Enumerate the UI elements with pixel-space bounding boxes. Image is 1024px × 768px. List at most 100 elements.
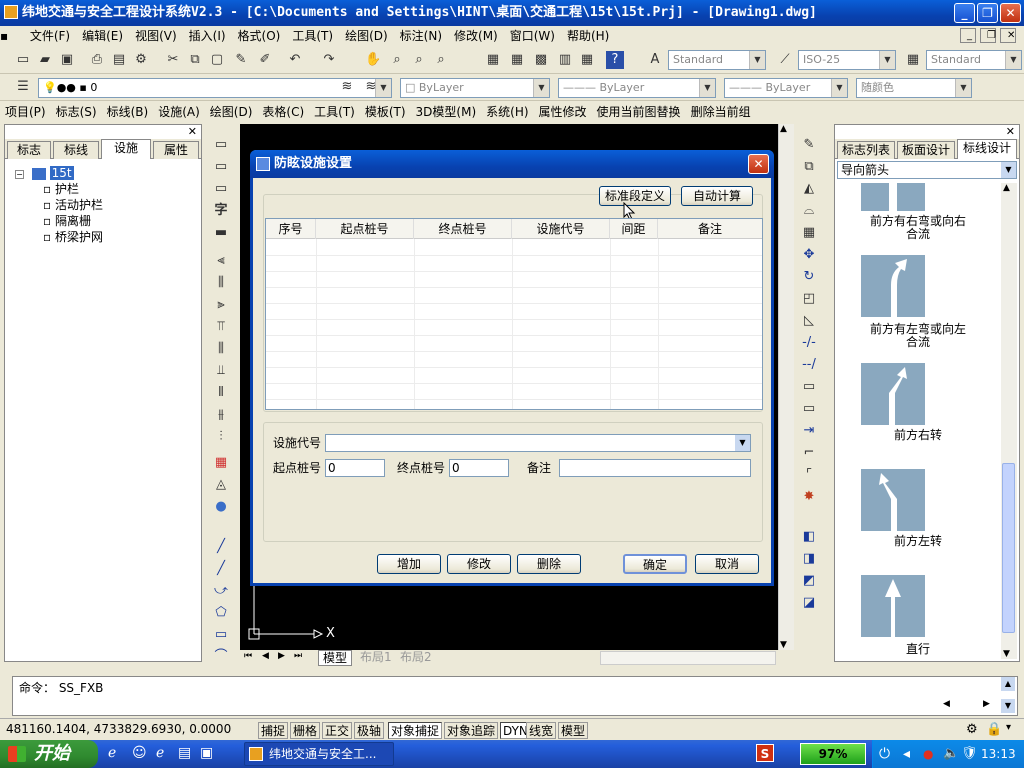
align-left-icon[interactable]: ⫷ [212, 252, 230, 270]
taskbar-app-item[interactable]: 纬地交通与安全工... [244, 742, 394, 766]
text-icon[interactable]: 字 [212, 202, 230, 220]
restore-button[interactable]: ❐ [977, 3, 998, 23]
scroll-up-icon[interactable]: ▲ [780, 124, 787, 134]
menu2-system[interactable]: 系统(H) [481, 101, 533, 123]
col-index[interactable]: 序号 [266, 219, 316, 239]
menu2-markings[interactable]: 标线(B) [102, 101, 154, 123]
align-center-icon[interactable]: ⫼ [212, 274, 230, 292]
stretch-icon[interactable]: ◺ [800, 312, 818, 330]
pan-icon[interactable]: ✋ [364, 51, 382, 69]
tab-panel-design[interactable]: 板面设计 [897, 141, 955, 159]
menu2-project[interactable]: 项目(P) [0, 101, 51, 123]
ortho-toggle[interactable]: 正交 [322, 722, 353, 739]
distribute-icon[interactable]: ⫴ [212, 384, 230, 402]
panel-icon[interactable]: ▭ [212, 180, 230, 198]
align-top-icon[interactable]: ⫪ [212, 318, 230, 336]
volume-icon[interactable]: 🔈 [943, 740, 959, 768]
tab-layout2[interactable]: 布局2 [396, 650, 436, 664]
tab-marking-design[interactable]: 标线设计 [957, 139, 1017, 159]
layer-manager-icon[interactable]: ☰ [14, 78, 32, 96]
lineweight-select[interactable]: ——— ByLayer ▼ [724, 78, 848, 98]
linetype-select[interactable]: ——— ByLayer ▼ [558, 78, 716, 98]
copy-icon[interactable]: ⧉ [186, 51, 204, 69]
command-window[interactable]: 命令： SS_FXB ▲ ▼ ◀ ▶ [12, 676, 1018, 716]
drawing-vertical-scrollbar[interactable]: ▲ ▼ [778, 124, 794, 650]
tree-item[interactable]: ▫ 桥梁护网 [15, 229, 103, 245]
minimize-button[interactable]: _ [954, 3, 975, 23]
communication-icon[interactable]: ⚙ [966, 722, 978, 737]
polyline-icon[interactable]: ╱ [212, 560, 230, 578]
match-properties-icon[interactable]: ✐ [256, 51, 274, 69]
tree-item[interactable]: ▫ 活动护栏 [15, 197, 103, 213]
next-tab-icon[interactable]: ▶ [278, 651, 285, 661]
clock[interactable]: 13:13 [981, 740, 1016, 768]
draw-order-back-icon[interactable]: ◨ [800, 550, 818, 568]
start-station-input[interactable]: 0 [325, 459, 385, 477]
sphere-icon[interactable]: ● [212, 498, 230, 516]
new-icon[interactable]: ▭ [14, 51, 32, 69]
add-button[interactable]: 增加 [377, 554, 441, 574]
model-toggle[interactable]: 模型 [558, 722, 589, 739]
arrow-image[interactable] [861, 255, 925, 317]
zoom-realtime-icon[interactable]: ⌕ [388, 51, 406, 69]
menu2-delete-group[interactable]: 删除当前组 [686, 101, 756, 123]
join-icon[interactable]: ⇥ [800, 422, 818, 440]
otrack-toggle[interactable]: 对象追踪 [444, 722, 499, 739]
frame-icon[interactable]: ▭ [212, 158, 230, 176]
col-facility-code[interactable]: 设施代号 [512, 219, 610, 239]
polar-toggle[interactable]: 极轴 [354, 722, 385, 739]
scroll-down-icon[interactable]: ▼ [1003, 649, 1010, 659]
triangle-icon[interactable]: ◬ [212, 476, 230, 494]
sheet-set-icon[interactable]: ▥ [556, 51, 574, 69]
tree-item[interactable]: ▫ 隔离栅 [15, 213, 103, 229]
tab-layout1[interactable]: 布局1 [356, 650, 396, 664]
grid-toggle[interactable]: 栅格 [290, 722, 321, 739]
security-icon[interactable]: 🛡 [961, 740, 978, 768]
auto-calculate-button[interactable]: 自动计算 [681, 186, 753, 206]
help-icon[interactable]: ? [606, 51, 624, 69]
menu-dimension[interactable]: 标注(N) [394, 26, 448, 46]
extend-icon[interactable]: --/ [800, 356, 818, 374]
quicklaunch-ie-icon[interactable]: ℯ [108, 745, 116, 761]
move-icon[interactable]: ✥ [800, 246, 818, 264]
arc-icon[interactable]: ⤻ [212, 582, 230, 600]
chevron-down-icon[interactable]: ▼ [1001, 162, 1016, 178]
rotate-icon[interactable]: ↻ [800, 268, 818, 286]
menu2-draw[interactable]: 绘图(D) [205, 101, 258, 123]
doc-restore-button[interactable]: ❐ [980, 28, 996, 43]
chamfer-icon[interactable]: ⌐ [800, 444, 818, 462]
plot-style-select[interactable]: 随颜色 ▼ [856, 78, 972, 98]
draw-order-under-icon[interactable]: ◪ [800, 594, 818, 612]
rect-draw-icon[interactable]: ▭ [212, 626, 230, 644]
note-input[interactable] [559, 459, 751, 477]
preview-icon[interactable]: ▤ [110, 51, 128, 69]
color-select[interactable]: □ ByLayer ▼ [400, 78, 550, 98]
explode-icon[interactable]: ✸ [800, 488, 818, 506]
lineweight-toggle[interactable]: 线宽 [526, 722, 557, 739]
menu2-tables[interactable]: 表格(C) [257, 101, 309, 123]
properties-icon[interactable]: ▦ [484, 51, 502, 69]
calculator-icon[interactable]: ▦ [578, 51, 596, 69]
break-at-point-icon[interactable]: ▭ [800, 400, 818, 418]
marking-type-select[interactable]: 导向箭头 ▼ [837, 161, 1017, 179]
menu2-facilities[interactable]: 设施(A) [153, 101, 205, 123]
tab-markings[interactable]: 标线 [53, 141, 99, 159]
line-icon[interactable]: ╱ [212, 538, 230, 556]
polygon-icon[interactable]: ⬠ [212, 604, 230, 622]
menu-file[interactable]: 文件(F) [24, 26, 76, 46]
facility-code-select[interactable]: ▼ [325, 434, 751, 452]
tree-root[interactable]: − 15t [15, 165, 103, 181]
modify-button[interactable]: 修改 [447, 554, 511, 574]
curve-icon[interactable]: ⌒ [212, 648, 230, 666]
scroll-left-icon[interactable]: ◀ [943, 699, 950, 709]
scroll-up-icon[interactable]: ▲ [1003, 183, 1010, 193]
zoom-previous-icon[interactable]: ⌕ [432, 51, 450, 69]
menu2-signs[interactable]: 标志(S) [51, 101, 102, 123]
menu2-tools[interactable]: 工具(T) [309, 101, 360, 123]
facility-table[interactable]: 序号 起点桩号 终点桩号 设施代号 间距 备注 [265, 218, 763, 410]
tool-palettes-icon[interactable]: ▩ [532, 51, 550, 69]
power-icon[interactable]: ⏻ [879, 740, 890, 768]
last-tab-icon[interactable]: ⏭ [294, 651, 302, 661]
print-icon[interactable]: ⎙ [88, 51, 106, 69]
redo-icon[interactable]: ↷ [320, 51, 338, 69]
